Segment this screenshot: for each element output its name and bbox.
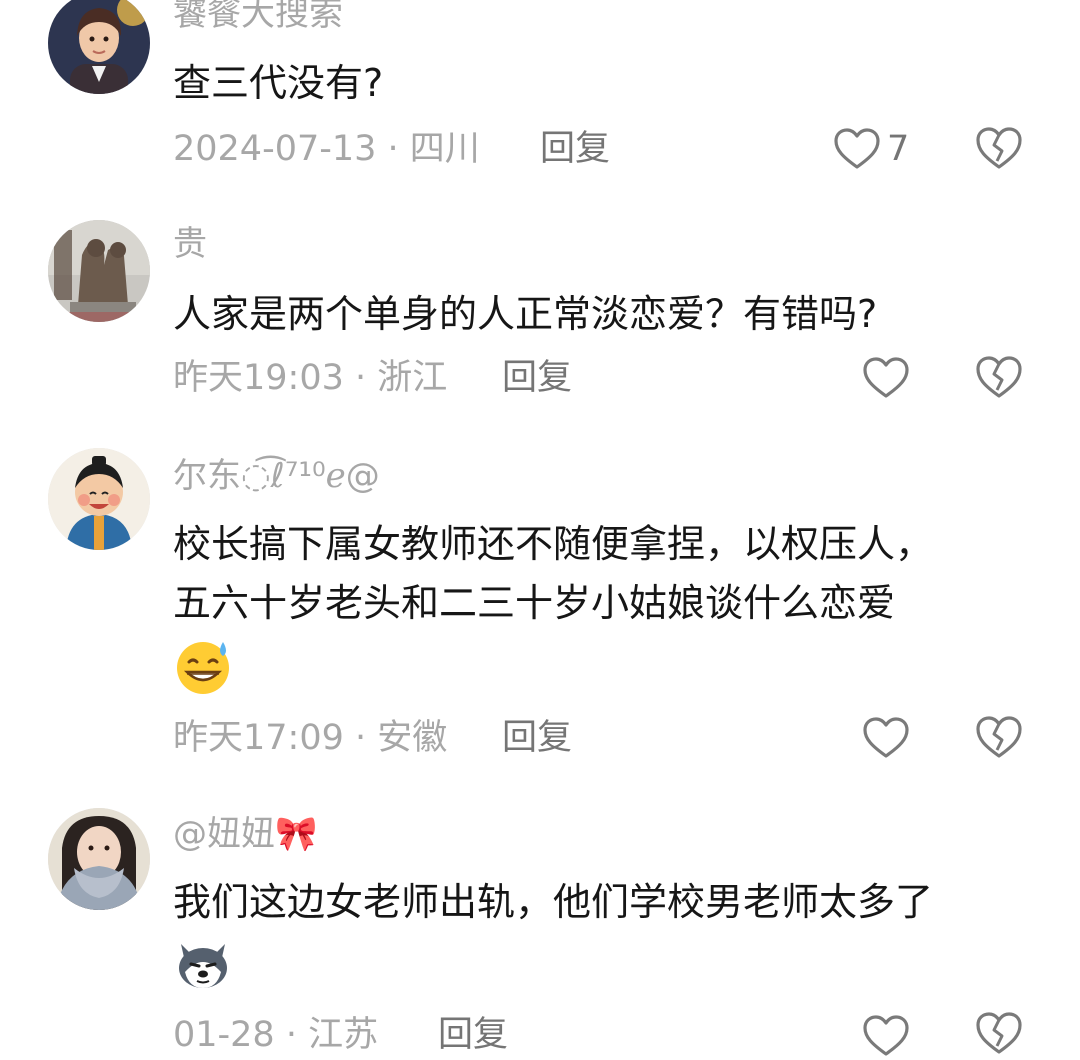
- comment-text: 人家是两个单身的人正常淡恋爱？有错吗?: [173, 292, 878, 336]
- username[interactable]: 饕餮大搜索: [173, 0, 343, 34]
- heart-icon: [862, 1014, 910, 1058]
- avatar[interactable]: [48, 808, 150, 910]
- username[interactable]: 尔东◌͡ℓ⁷¹⁰ℯ@: [173, 456, 380, 496]
- reply-button[interactable]: 回复: [438, 1013, 508, 1057]
- broken-heart-icon: [975, 714, 1023, 760]
- comment-meta: 昨天17:09 · 安徽: [173, 716, 447, 760]
- like-count: 7: [887, 129, 910, 169]
- avatar[interactable]: [48, 0, 150, 94]
- meta-separator: ·: [343, 358, 378, 398]
- comment-date: 01-28: [173, 1015, 275, 1055]
- sweat-grin-emoji: [173, 636, 233, 696]
- broken-heart-icon: [975, 1010, 1023, 1056]
- reply-button[interactable]: 回复: [540, 127, 610, 171]
- comment-location: 安徽: [377, 718, 448, 758]
- broken-heart-icon: [975, 125, 1023, 171]
- avatar-image: [48, 448, 150, 550]
- dislike-button[interactable]: [975, 714, 1023, 760]
- comment-date: 2024-07-13: [173, 129, 377, 169]
- comment-meta: 2024-07-13 · 四川: [173, 127, 480, 171]
- comment-date: 昨天17:09: [173, 718, 344, 758]
- comment-location: 浙江: [377, 358, 448, 398]
- like-button[interactable]: [862, 714, 910, 762]
- husky-dog-emoji: [173, 934, 233, 994]
- comment-text: 五六十岁老头和二三十岁小姑娘谈什么恋爱: [173, 581, 896, 625]
- like-button[interactable]: [862, 1012, 910, 1060]
- like-button[interactable]: 7: [833, 125, 909, 173]
- heart-icon: [833, 127, 881, 171]
- comment-date: 昨天19:03: [173, 358, 344, 398]
- avatar[interactable]: [48, 220, 150, 322]
- avatar-image: [48, 808, 150, 910]
- like-button[interactable]: [862, 354, 910, 402]
- comment-meta: 01-28 · 江苏: [173, 1013, 378, 1057]
- username[interactable]: @妞妞🎀: [173, 814, 317, 854]
- comment-item: 尔东◌͡ℓ⁷¹⁰ℯ@ 校长搞下属女教师还不随便拿捏，以权压人， 五六十岁老头和二…: [0, 440, 1080, 790]
- avatar[interactable]: [48, 448, 150, 550]
- dislike-button[interactable]: [975, 125, 1023, 171]
- comment-text: 查三代没有?: [173, 61, 384, 105]
- broken-heart-icon: [975, 354, 1023, 400]
- comment-text: 校长搞下属女教师还不随便拿捏，以权压人，: [173, 522, 934, 566]
- comment-text: 我们这边女老师出轨，他们学校男老师太多了: [173, 880, 934, 924]
- avatar-image: [48, 0, 150, 94]
- comment-item: 贵 人家是两个单身的人正常淡恋爱？有错吗? 昨天19:03 · 浙江 回复: [0, 210, 1080, 420]
- reply-button[interactable]: 回复: [502, 716, 572, 760]
- meta-separator: ·: [376, 129, 410, 169]
- heart-icon: [862, 716, 910, 760]
- dislike-button[interactable]: [975, 354, 1023, 400]
- comment-location: 江苏: [308, 1015, 379, 1055]
- reply-button[interactable]: 回复: [502, 356, 572, 400]
- comment-location: 四川: [409, 129, 480, 169]
- heart-icon: [862, 356, 910, 400]
- dislike-button[interactable]: [975, 1010, 1023, 1056]
- comment-item: 饕餮大搜索 查三代没有? 2024-07-13 · 四川 回复 7: [0, 0, 1080, 200]
- username[interactable]: 贵: [173, 224, 207, 264]
- meta-separator: ·: [343, 718, 378, 758]
- comment-meta: 昨天19:03 · 浙江: [173, 356, 447, 400]
- comment-item: @妞妞🎀 我们这边女老师出轨，他们学校男老师太多了 01-28 · 江苏 回复: [0, 800, 1080, 1056]
- avatar-image: [48, 220, 150, 322]
- meta-separator: ·: [274, 1015, 309, 1055]
